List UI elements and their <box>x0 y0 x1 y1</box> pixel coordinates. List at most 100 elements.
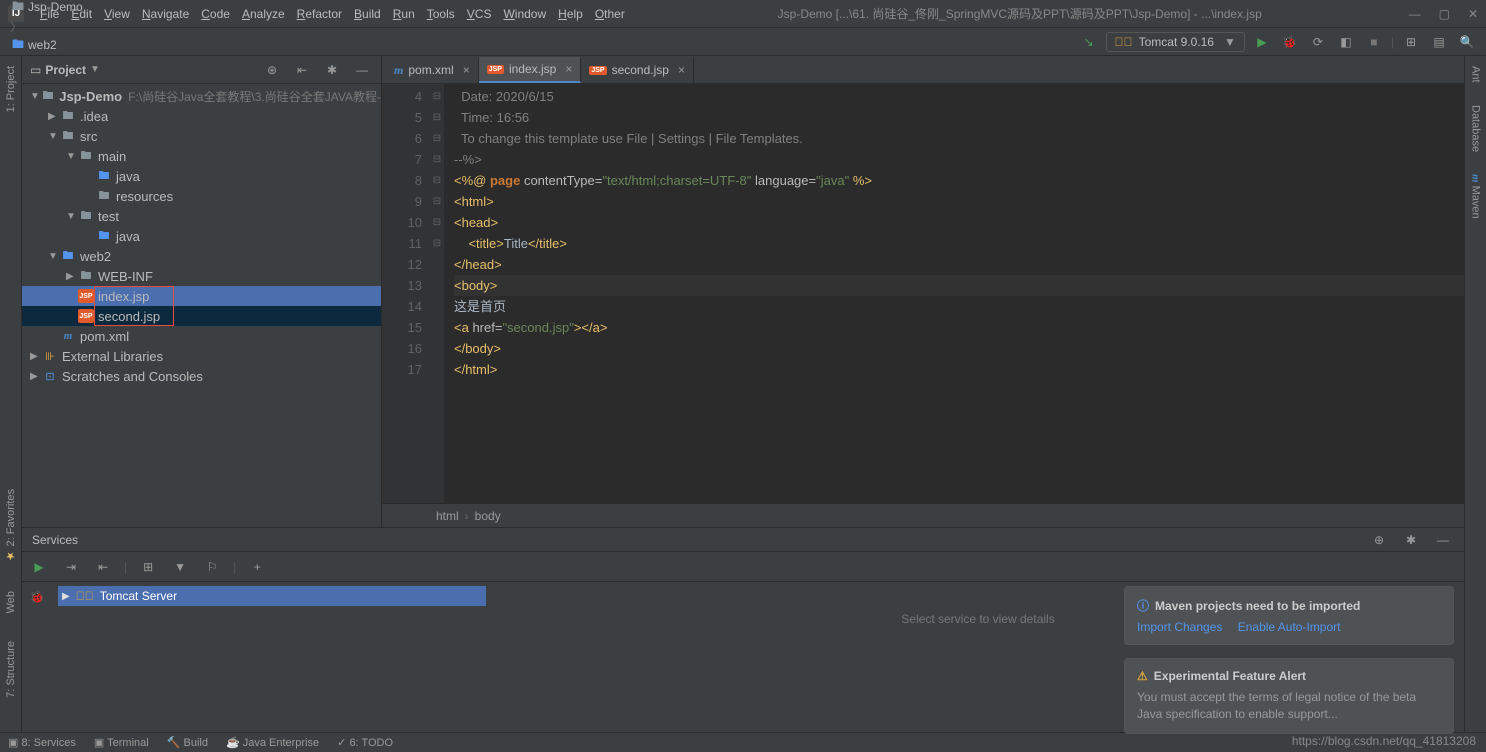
gear-icon[interactable]: ✱ <box>1400 529 1422 551</box>
svc-grid-icon[interactable]: ⊞ <box>137 556 159 578</box>
svc-add-icon[interactable]: + <box>246 556 268 578</box>
editor-tab-index-jsp[interactable]: JSPindex.jsp× <box>479 57 582 83</box>
tree-node-external-libraries[interactable]: ▶⊪External Libraries <box>22 346 381 366</box>
svc-run-icon[interactable]: ▶ <box>28 556 50 578</box>
close-icon[interactable]: × <box>463 63 470 77</box>
structure-button[interactable]: ▤ <box>1428 31 1450 53</box>
collapse-icon[interactable]: ⇤ <box>291 59 313 81</box>
title-bar: IJ FileEditViewNavigateCodeAnalyzeRefact… <box>0 0 1486 28</box>
project-panel-title: Project <box>45 63 86 77</box>
notification-experimental: ⚠Experimental Feature Alert You must acc… <box>1124 658 1454 734</box>
services-title: Services <box>32 533 78 547</box>
services-tree-item[interactable]: ▶ ▸⃝ Tomcat Server <box>58 586 486 606</box>
editor-breadcrumb: html › body <box>382 503 1464 527</box>
services-detail: Select service to view details ⓘMaven pr… <box>492 582 1464 732</box>
tool-tab-database[interactable]: Database <box>1470 101 1482 156</box>
maximize-icon[interactable]: ▢ <box>1439 7 1450 21</box>
tool-tab-web[interactable]: Web <box>5 587 17 617</box>
profile-button[interactable]: ◧ <box>1335 31 1357 53</box>
menu-help[interactable]: Help <box>552 7 589 21</box>
tool-tab-project[interactable]: 1: Project <box>5 62 17 116</box>
run-button[interactable]: ▶ <box>1251 31 1273 53</box>
menu-window[interactable]: Window <box>497 7 552 21</box>
coverage-button[interactable]: ⟳ <box>1307 31 1329 53</box>
menu-analyze[interactable]: Analyze <box>236 7 291 21</box>
tree-node-java[interactable]: 🖿java <box>22 166 381 186</box>
build-icon[interactable]: ↘ <box>1078 31 1100 53</box>
tree-node-resources[interactable]: 🖿resources <box>22 186 381 206</box>
close-icon[interactable]: × <box>565 62 572 76</box>
breadcrumb-item[interactable]: 🖿Jsp-Demo <box>8 0 87 18</box>
navigation-bar: 🖿Jsp-Demo〉🖿web2〉JSPindex.jsp ↘ ▸⃝ Tomcat… <box>0 28 1486 56</box>
services-locate-icon[interactable]: ⊕ <box>1368 529 1390 551</box>
tomcat-icon: ▸⃝ <box>76 589 94 603</box>
tree-node-jsp-demo[interactable]: ▼🖿Jsp-DemoF:\尚硅谷Java全套教程\3.尚硅谷全套JAVA教程- <box>22 86 381 106</box>
tree-node-web-inf[interactable]: ▶🖿WEB-INF <box>22 266 381 286</box>
tree-node-main[interactable]: ▼🖿main <box>22 146 381 166</box>
tree-node-src[interactable]: ▼🖿src <box>22 126 381 146</box>
hide-icon[interactable]: — <box>351 59 373 81</box>
tool-tab-structure[interactable]: 7: Structure <box>5 637 17 702</box>
chevron-down-icon[interactable]: ▼ <box>90 64 100 75</box>
svc-filter-icon[interactable]: ▼ <box>169 556 191 578</box>
settings-icon[interactable]: ✱ <box>321 59 343 81</box>
services-tree[interactable]: ▶ ▸⃝ Tomcat Server <box>52 582 492 732</box>
menu-build[interactable]: Build <box>348 7 387 21</box>
run-configuration-selector[interactable]: ▸⃝ Tomcat 9.0.16 ▼ <box>1106 32 1245 52</box>
services-placeholder: Select service to view details <box>901 612 1054 626</box>
svc-bug-icon[interactable]: 🐞 <box>26 586 48 608</box>
svc-tree-icon[interactable]: ⇥ <box>60 556 82 578</box>
tree-node-test[interactable]: ▼🖿test <box>22 206 381 226</box>
locate-icon[interactable]: ⊕ <box>261 59 283 81</box>
status-item[interactable]: ▣ Terminal <box>94 736 149 749</box>
close-icon[interactable]: × <box>678 63 685 77</box>
search-everywhere-icon[interactable]: 🔍 <box>1456 31 1478 53</box>
menu-run[interactable]: Run <box>387 7 421 21</box>
chevron-down-icon: ▼ <box>1224 35 1236 49</box>
link-import-changes[interactable]: Import Changes <box>1137 620 1222 634</box>
tree-node-scratches-and-consoles[interactable]: ▶⊡Scratches and Consoles <box>22 366 381 386</box>
status-item[interactable]: 🔨 Build <box>167 736 208 749</box>
notification-maven: ⓘMaven projects need to be imported Impo… <box>1124 586 1454 645</box>
minimize-icon[interactable]: — <box>1409 7 1421 21</box>
link-enable-autoimport[interactable]: Enable Auto-Import <box>1238 620 1341 634</box>
tree-node-second-jsp[interactable]: JSPsecond.jsp <box>22 306 381 326</box>
update-button[interactable]: ⊞ <box>1400 31 1422 53</box>
run-config-label: Tomcat 9.0.16 <box>1139 35 1214 49</box>
tree-node-java[interactable]: 🖿java <box>22 226 381 246</box>
breadcrumb-item[interactable]: 🖿web2 <box>8 35 87 56</box>
tree-node--idea[interactable]: ▶🖿.idea <box>22 106 381 126</box>
editor-tab-second-jsp[interactable]: JSPsecond.jsp× <box>581 57 694 83</box>
status-item[interactable]: ☕ Java Enterprise <box>226 736 319 749</box>
editor-tab-pom-xml[interactable]: mpom.xml× <box>386 57 479 83</box>
menu-vcs[interactable]: VCS <box>461 7 498 21</box>
tree-node-index-jsp[interactable]: JSPindex.jsp <box>22 286 381 306</box>
stop-button[interactable]: ■ <box>1363 31 1385 53</box>
menu-view[interactable]: View <box>98 7 136 21</box>
menu-other[interactable]: Other <box>589 7 631 21</box>
tool-tab-favorites[interactable]: ★ 2: Favorites <box>4 485 17 567</box>
right-tool-gutter: Ant Database m Maven <box>1464 56 1486 732</box>
menu-tools[interactable]: Tools <box>421 7 461 21</box>
svc-expand-icon[interactable]: ⇤ <box>92 556 114 578</box>
fold-gutter[interactable]: ⊟⊟⊟⊟⊟⊟⊟⊟ <box>430 84 444 503</box>
editor-body[interactable]: 4567891011121314151617 ⊟⊟⊟⊟⊟⊟⊟⊟ Date: 20… <box>382 84 1464 503</box>
tool-tab-ant[interactable]: Ant <box>1470 62 1482 87</box>
tool-tab-maven[interactable]: m Maven <box>1470 170 1482 223</box>
line-numbers: 4567891011121314151617 <box>382 84 430 503</box>
tree-node-pom-xml[interactable]: mpom.xml <box>22 326 381 346</box>
menu-navigate[interactable]: Navigate <box>136 7 195 21</box>
breadcrumb-body[interactable]: body <box>469 509 507 523</box>
code-content[interactable]: Date: 2020/6/15 Time: 16:56 To change th… <box>444 84 1464 503</box>
status-item[interactable]: ✓ 6: TODO <box>337 736 393 749</box>
status-bar: ▣ 8: Services ▣ Terminal 🔨 Build ☕ Java … <box>0 732 1486 752</box>
close-icon[interactable]: ✕ <box>1468 7 1478 21</box>
tree-node-web2[interactable]: ▼🖿web2 <box>22 246 381 266</box>
svc-tag-icon[interactable]: ⚐ <box>201 556 223 578</box>
debug-button[interactable]: 🐞 <box>1279 31 1301 53</box>
menu-refactor[interactable]: Refactor <box>291 7 348 21</box>
hide-icon[interactable]: — <box>1432 529 1454 551</box>
breadcrumb-html[interactable]: html <box>430 509 465 523</box>
status-item[interactable]: ▣ 8: Services <box>8 736 76 749</box>
menu-code[interactable]: Code <box>195 7 236 21</box>
